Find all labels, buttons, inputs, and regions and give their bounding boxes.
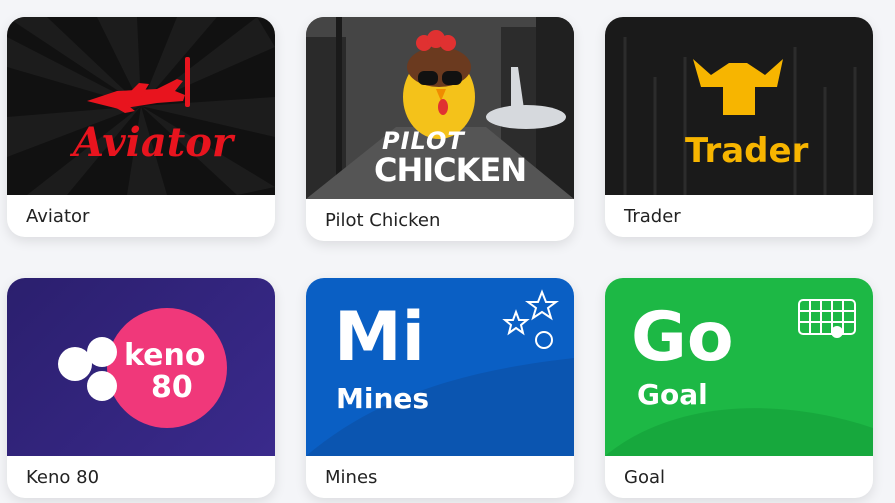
stars-icon bbox=[502, 289, 559, 349]
goal-big-text: Go bbox=[631, 298, 734, 377]
game-card-trader[interactable]: Trader Trader bbox=[605, 17, 873, 237]
game-label: Aviator bbox=[26, 205, 90, 227]
trader-icon bbox=[693, 59, 783, 115]
game-card-keno80[interactable]: keno 80 Keno 80 bbox=[7, 278, 275, 498]
game-label: Goal bbox=[624, 466, 665, 488]
game-label: Mines bbox=[325, 466, 378, 488]
game-card-pilot-chicken[interactable]: PILOT CHICKEN Pilot Chicken bbox=[306, 17, 574, 241]
trader-logo: Trader bbox=[685, 131, 809, 171]
game-thumbnail-pilot-chicken: PILOT CHICKEN bbox=[306, 17, 574, 199]
game-thumbnail-mines: Mi Mines bbox=[306, 278, 574, 456]
game-label: Pilot Chicken bbox=[325, 209, 441, 231]
keno-logo-line1: keno bbox=[124, 338, 206, 373]
aviator-background bbox=[7, 17, 275, 195]
game-thumbnail-trader: Trader bbox=[605, 17, 873, 195]
game-thumbnail-goal: Go Goal bbox=[605, 278, 873, 456]
game-label: Trader bbox=[624, 205, 681, 227]
game-card-aviator[interactable]: Aviator Aviator bbox=[7, 17, 275, 237]
game-card-goal[interactable]: Go Goal Goal bbox=[605, 278, 873, 498]
game-label: Keno 80 bbox=[26, 466, 100, 488]
game-thumbnail-aviator: Aviator bbox=[7, 17, 275, 195]
game-card-mines[interactable]: Mi Mines Mines bbox=[306, 278, 574, 498]
keno-logo-line2: 80 bbox=[151, 370, 193, 405]
goal-net-icon bbox=[798, 299, 856, 338]
aviator-logo: Aviator bbox=[73, 119, 233, 166]
chicken-logo-line2: CHICKEN bbox=[374, 151, 527, 189]
mines-sub-text: Mines bbox=[336, 382, 430, 415]
goal-sub-text: Goal bbox=[637, 378, 708, 411]
game-thumbnail-keno80: keno 80 bbox=[7, 278, 275, 456]
mines-big-text: Mi bbox=[334, 298, 425, 377]
